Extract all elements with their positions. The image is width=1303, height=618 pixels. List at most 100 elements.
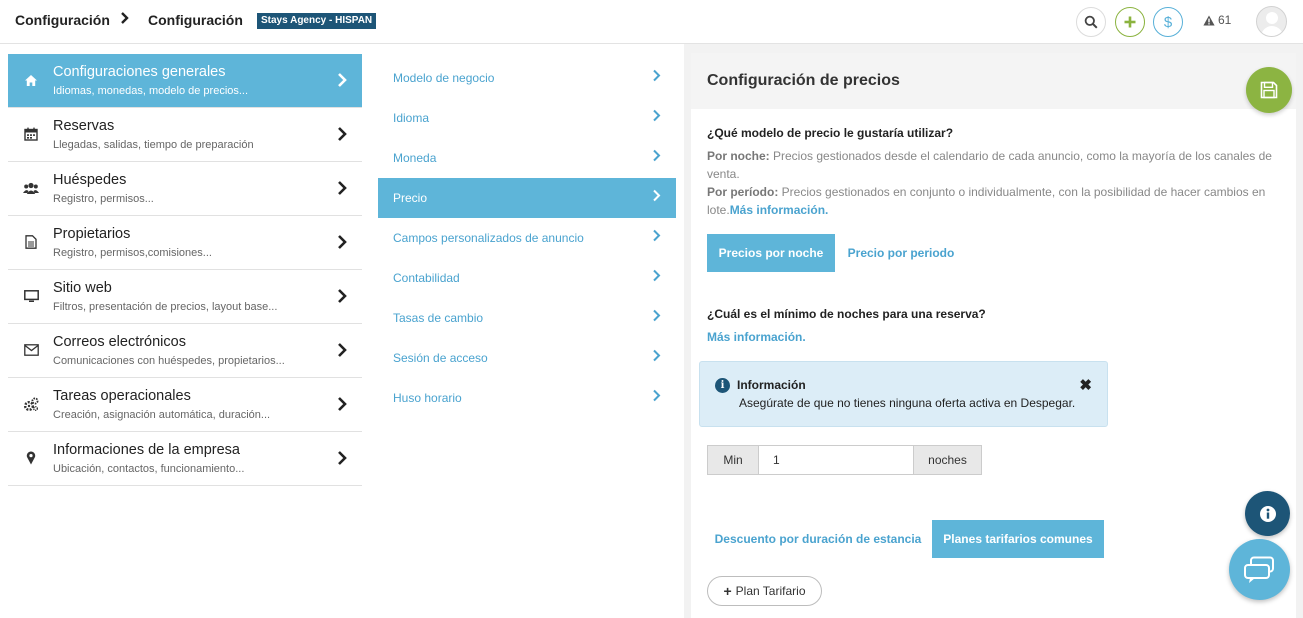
submenu-item-currency[interactable]: Moneda	[378, 138, 676, 178]
min-nights-input-group: Min noches	[707, 445, 982, 475]
floppy-disk-icon	[1260, 81, 1278, 99]
sidebar-item-title: Configuraciones generales	[53, 64, 226, 80]
sidebar-item-reservations[interactable]: Reservas Llegadas, salidas, tiempo de pr…	[8, 108, 362, 162]
chevron-right-icon	[653, 229, 661, 242]
submenu-item-accounting[interactable]: Contabilidad	[378, 258, 676, 298]
monitor-icon	[23, 288, 39, 304]
chat-button[interactable]	[1229, 539, 1290, 600]
chevron-right-icon	[653, 69, 661, 82]
per-night-text: Precios gestionados desde el calendario …	[707, 149, 1272, 181]
more-info-link[interactable]: Más información.	[730, 203, 829, 217]
sidebar-item-guests[interactable]: Huéspedes Registro, permisos...	[8, 162, 362, 216]
add-rate-plan-label: Plan Tarifario	[735, 584, 806, 598]
breadcrumb-current: Configuración	[148, 12, 243, 28]
panel-title: Configuración de precios	[707, 72, 900, 89]
plus-icon	[1124, 16, 1136, 28]
min-prefix: Min	[707, 445, 759, 475]
sidebar-item-subtitle: Ubicación, contactos, funcionamiento...	[53, 463, 245, 475]
envelope-icon	[23, 342, 39, 358]
sidebar-item-company-info[interactable]: Informaciones de la empresa Ubicación, c…	[8, 432, 362, 486]
plus-icon: +	[723, 583, 732, 599]
submenu-item-business-model[interactable]: Modelo de negocio	[378, 58, 676, 98]
add-button[interactable]	[1115, 7, 1145, 37]
alerts-button[interactable]: 61	[1203, 13, 1231, 27]
submenu-item-timezone[interactable]: Huso horario	[378, 378, 676, 418]
sidebar-item-title: Correos electrónicos	[53, 334, 186, 350]
settings-sidebar: Configuraciones generales Idiomas, moned…	[8, 54, 362, 486]
sidebar-item-subtitle: Creación, asignación automática, duració…	[53, 409, 271, 421]
submenu-item-label: Campos personalizados de anuncio	[393, 231, 584, 245]
sidebar-item-title: Sitio web	[53, 280, 112, 296]
submenu-item-label: Tasas de cambio	[393, 311, 484, 325]
info-alert-text: Asegúrate de que no tienes ninguna ofert…	[739, 396, 1076, 410]
sidebar-item-subtitle: Filtros, presentación de precios, layout…	[53, 301, 278, 313]
submenu-item-label: Precio	[393, 191, 428, 205]
submenu-item-label: Contabilidad	[393, 271, 460, 285]
sidebar-item-title: Huéspedes	[53, 172, 127, 188]
users-icon	[23, 180, 39, 196]
help-info-button[interactable]	[1245, 491, 1290, 536]
sidebar-item-title: Propietarios	[53, 226, 131, 242]
submenu-item-price[interactable]: Precio	[378, 178, 676, 218]
breadcrumb-root[interactable]: Configuración	[15, 12, 110, 28]
chevron-right-icon	[653, 389, 661, 402]
submenu-item-label: Huso horario	[393, 391, 462, 405]
sidebar-item-operational-tasks[interactable]: Tareas operacionales Creación, asignació…	[8, 378, 362, 432]
submenu-item-label: Moneda	[393, 151, 437, 165]
sidebar-item-title: Informaciones de la empresa	[53, 442, 240, 458]
chevron-right-icon	[338, 127, 347, 141]
sidebar-item-website[interactable]: Sitio web Filtros, presentación de preci…	[8, 270, 362, 324]
submenu-item-label: Idioma	[393, 111, 430, 125]
finance-button[interactable]: $	[1153, 7, 1183, 37]
calendar-icon	[23, 126, 39, 142]
tab-per-night[interactable]: Precios por noche	[707, 234, 835, 272]
tab-length-of-stay-discount[interactable]: Descuento por duración de estancia	[707, 520, 929, 558]
agency-badge: Stays Agency - HISPAN	[257, 13, 377, 29]
chevron-right-icon	[338, 451, 347, 465]
sidebar-item-subtitle: Llegadas, salidas, tiempo de preparación	[53, 139, 254, 151]
chat-bubble-icon	[1243, 556, 1274, 583]
sidebar-item-general-settings[interactable]: Configuraciones generales Idiomas, moned…	[8, 54, 362, 108]
info-icon	[1259, 505, 1276, 522]
dollar-icon: $	[1163, 13, 1173, 31]
chevron-right-icon	[653, 189, 661, 202]
sidebar-item-subtitle: Registro, permisos...	[53, 193, 154, 205]
min-nights-question: ¿Cuál es el mínimo de noches para una re…	[707, 307, 986, 321]
avatar[interactable]	[1256, 6, 1287, 37]
submenu-item-exchange-rates[interactable]: Tasas de cambio	[378, 298, 676, 338]
sidebar-item-title: Tareas operacionales	[53, 388, 191, 404]
info-icon: i	[715, 378, 730, 393]
submenu-item-login-session[interactable]: Sesión de acceso	[378, 338, 676, 378]
info-alert-title: Información	[737, 378, 806, 392]
chevron-right-icon	[653, 109, 661, 122]
submenu-item-language[interactable]: Idioma	[378, 98, 676, 138]
per-period-description: Por período: Precios gestionados en conj…	[707, 183, 1277, 219]
sidebar-item-owners[interactable]: Propietarios Registro, permisos,comision…	[8, 216, 362, 270]
chevron-right-icon	[338, 397, 347, 411]
tab-common-rate-plans[interactable]: Planes tarifarios comunes	[932, 520, 1104, 558]
submenu-item-custom-fields[interactable]: Campos personalizados de anuncio	[378, 218, 676, 258]
chevron-right-icon	[653, 309, 661, 322]
per-night-label: Por noche:	[707, 149, 770, 163]
nights-suffix: noches	[913, 445, 982, 475]
tab-per-period[interactable]: Precio por periodo	[838, 234, 964, 272]
chevron-right-icon	[338, 289, 347, 303]
sidebar-item-emails[interactable]: Correos electrónicos Comunicaciones con …	[8, 324, 362, 378]
submenu-item-label: Sesión de acceso	[393, 351, 488, 365]
submenu-item-label: Modelo de negocio	[393, 71, 495, 85]
search-button[interactable]	[1076, 7, 1106, 37]
home-icon	[23, 72, 39, 88]
chevron-right-icon	[120, 10, 130, 31]
general-settings-submenu: Modelo de negocio Idioma Moneda Precio C…	[378, 58, 676, 418]
top-header: Configuración Configuración Stays Agency…	[0, 0, 1303, 44]
add-rate-plan-button[interactable]: + Plan Tarifario	[707, 576, 822, 606]
close-icon[interactable]: ✖	[1079, 376, 1092, 394]
sidebar-item-subtitle: Registro, permisos,comisiones...	[53, 247, 212, 259]
warning-icon	[1203, 15, 1215, 25]
more-info-link[interactable]: Más información.	[707, 330, 806, 344]
sidebar-item-title: Reservas	[53, 118, 115, 134]
save-button[interactable]	[1246, 67, 1292, 113]
gears-icon	[23, 396, 39, 412]
min-nights-input[interactable]	[759, 445, 913, 475]
search-icon	[1084, 15, 1098, 29]
